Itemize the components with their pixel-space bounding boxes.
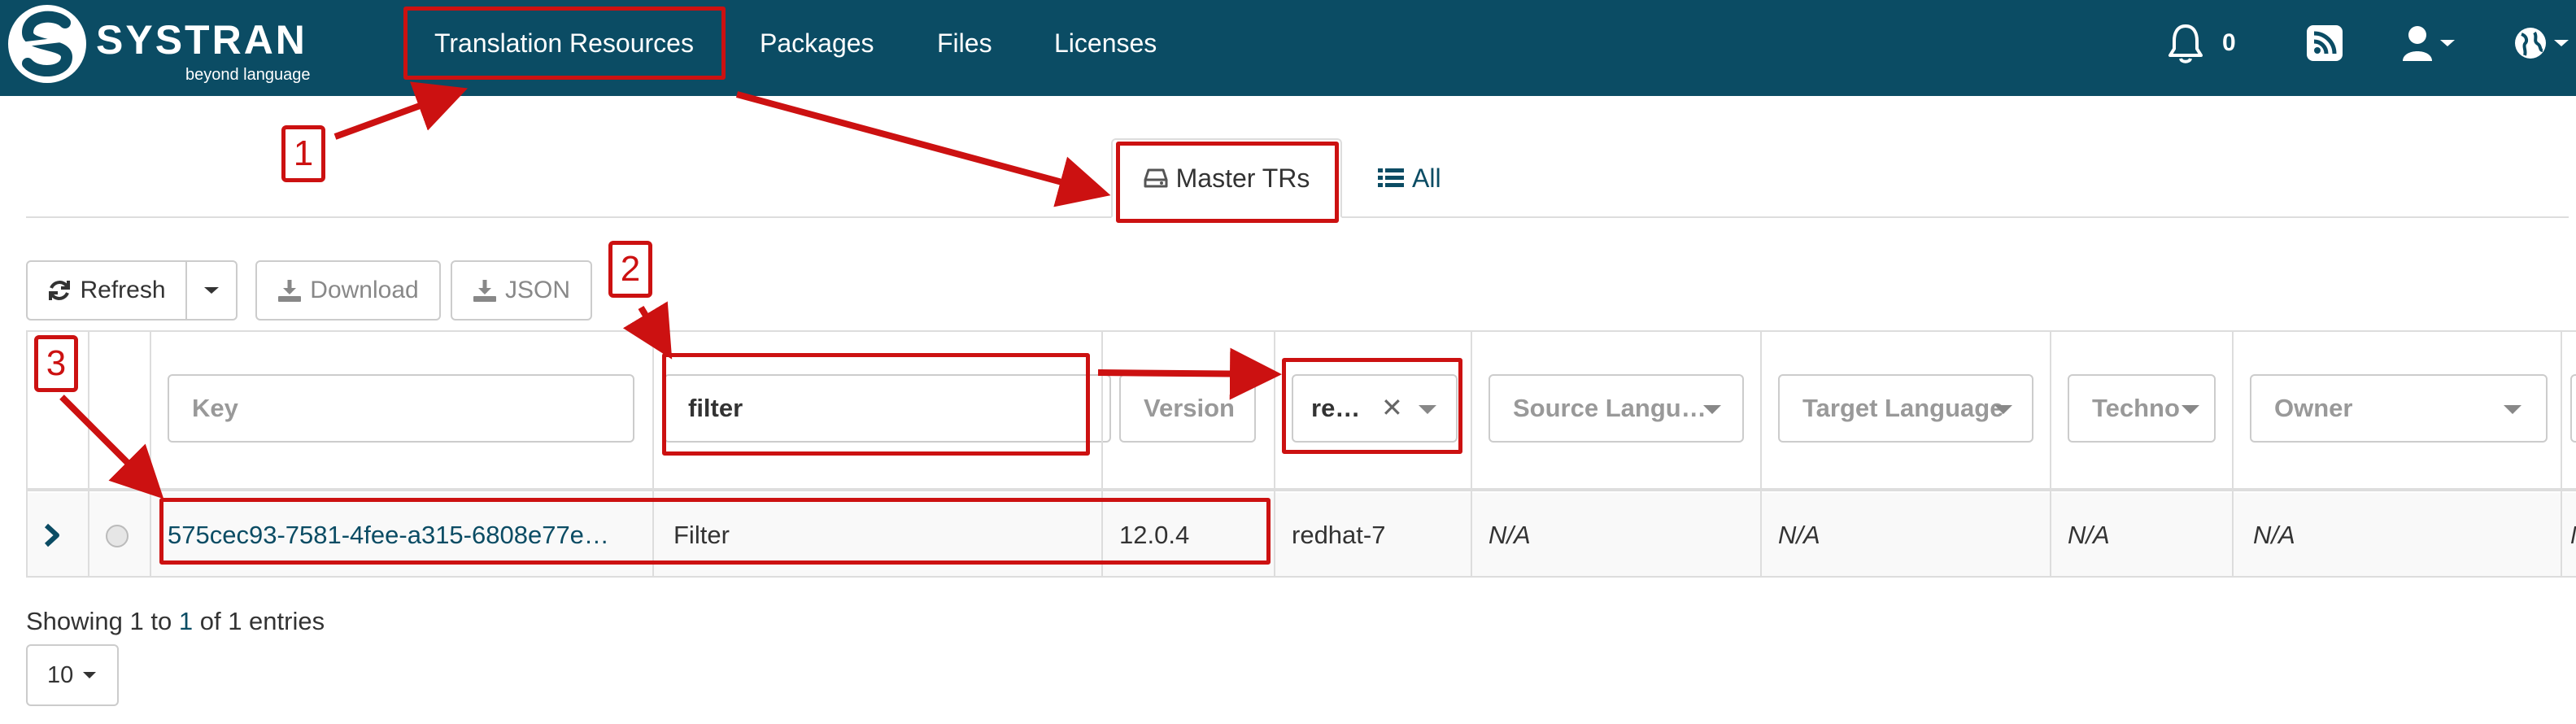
arrow-3-to-row — [59, 395, 164, 499]
arrow-1-to-nav — [333, 81, 469, 140]
arrow-filter-to-os — [1097, 347, 1282, 400]
annotation-arrows — [59, 81, 1282, 499]
arrow-2-to-filter — [622, 301, 673, 360]
arrow-nav-to-tab — [735, 91, 1111, 207]
